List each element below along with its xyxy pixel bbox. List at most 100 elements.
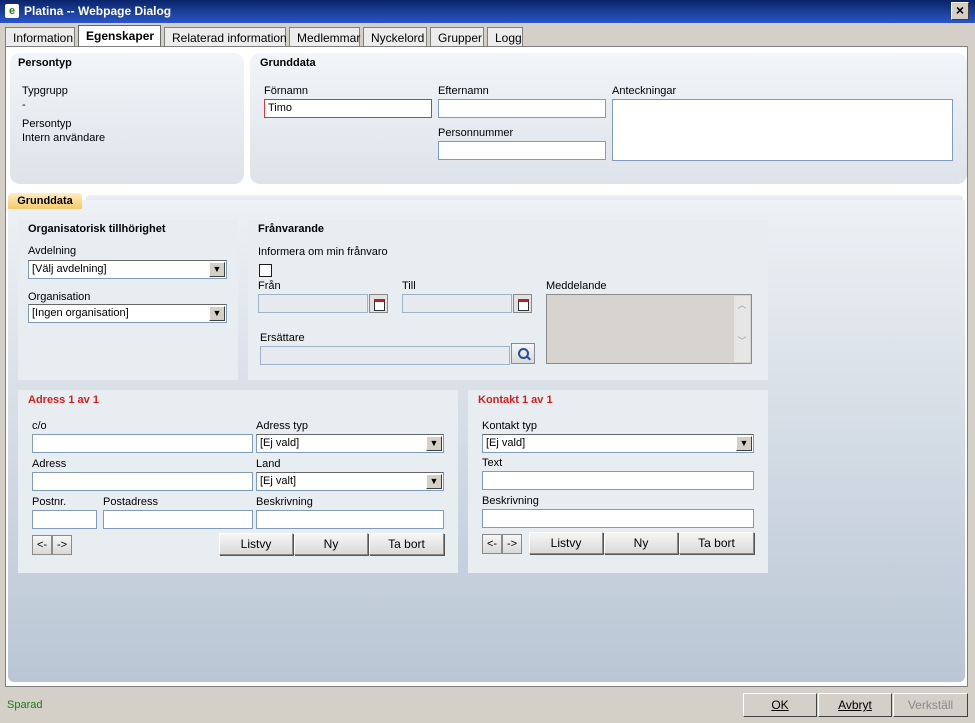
next-button[interactable]: -> (52, 535, 72, 555)
tab-medlemmar[interactable]: Medlemmar (289, 27, 360, 46)
org-box: Organisatorisk tillhörighet Avdelning [V… (18, 220, 238, 380)
kontakt-typ-select[interactable]: [Ej vald] ▼ (482, 434, 754, 453)
adress-box: Adress 1 av 1 c/o Adress typ [Ej vald] ▼… (18, 390, 458, 573)
beskrivning-field[interactable] (256, 510, 444, 529)
chevron-down-icon: ▼ (426, 474, 442, 489)
avdelning-label: Avdelning (28, 245, 77, 257)
next-button[interactable]: -> (502, 534, 522, 554)
tab-information[interactable]: Information (5, 27, 75, 46)
kontakt-heading: Kontakt 1 av 1 (478, 394, 553, 406)
calendar-icon[interactable] (513, 294, 532, 313)
prev-button[interactable]: <- (32, 535, 52, 555)
persontyp-label: Persontyp (22, 118, 72, 130)
fran-label: Från (258, 280, 281, 292)
persontyp-value: Intern användare (22, 132, 106, 144)
title-bar: e Platina -- Webpage Dialog × (0, 0, 975, 23)
org-heading: Organisatorisk tillhörighet (28, 223, 166, 235)
postadress-field[interactable] (103, 510, 253, 529)
ny-button[interactable]: Ny (604, 532, 678, 554)
ok-button[interactable]: OK (743, 693, 817, 717)
tab-relaterad-information[interactable]: Relaterad information (164, 27, 287, 46)
ie-app-icon: e (5, 4, 19, 18)
anteckningar-label: Anteckningar (612, 85, 677, 97)
kontakt-typ-label: Kontakt typ (482, 420, 538, 432)
tab-nyckelord[interactable]: Nyckelord (363, 27, 427, 46)
fran-date-field[interactable] (258, 294, 368, 313)
kontakt-typ-value: [Ej vald] (486, 437, 526, 449)
tab-logg[interactable]: Logg (487, 27, 523, 46)
co-label: c/o (32, 420, 47, 432)
land-label: Land (256, 458, 281, 470)
persontyp-panel: Persontyp Typgrupp - Persontyp Intern an… (10, 53, 244, 184)
postnr-field[interactable] (32, 510, 97, 529)
avdelning-value: [Välj avdelning] (32, 263, 107, 275)
prev-button[interactable]: <- (482, 534, 502, 554)
meddelande-textarea[interactable]: ︿ ﹀ (546, 294, 752, 364)
franvarande-box: Frånvarande Informera om min frånvaro Fr… (248, 220, 768, 380)
subtab-grunddata[interactable]: Grunddata (8, 193, 82, 209)
ta-bort-button[interactable]: Ta bort (369, 533, 444, 555)
text-label: Text (482, 457, 503, 469)
personnummer-field[interactable] (438, 141, 606, 160)
chevron-down-icon: ▼ (736, 436, 752, 451)
listvy-button[interactable]: Listvy (529, 532, 603, 554)
avbryt-button[interactable]: Avbryt (818, 693, 892, 717)
ta-bort-button[interactable]: Ta bort (679, 532, 754, 554)
avbryt-label: Avbryt (838, 698, 872, 712)
postnr-label: Postnr. (32, 496, 67, 508)
inner-content: Organisatorisk tillhörighet Avdelning [V… (8, 200, 965, 682)
ok-label: OK (771, 698, 789, 712)
anteckningar-textarea[interactable] (612, 99, 953, 161)
till-date-field[interactable] (402, 294, 512, 313)
typgrupp-value: - (22, 99, 26, 111)
persontyp-heading: Persontyp (18, 57, 72, 69)
ny-button[interactable]: Ny (294, 533, 368, 555)
fornamn-field[interactable]: Timo (264, 99, 432, 118)
beskrivning-label: Beskrivning (256, 496, 313, 508)
efternamn-field[interactable] (438, 99, 606, 118)
tab-egenskaper[interactable]: Egenskaper (78, 25, 161, 46)
window-title: Platina -- Webpage Dialog (24, 4, 172, 18)
informera-label: Informera om min frånvaro (258, 246, 388, 258)
grunddata-heading: Grunddata (260, 57, 316, 69)
status-text: Sparad (7, 699, 43, 711)
verkstall-label: Verkställ (907, 698, 954, 712)
listvy-button[interactable]: Listvy (219, 533, 293, 555)
till-label: Till (402, 280, 416, 292)
co-field[interactable] (32, 434, 253, 453)
land-value: [Ej valt] (260, 475, 297, 487)
adress-heading: Adress 1 av 1 (28, 394, 99, 406)
chevron-down-icon: ▼ (426, 436, 442, 451)
status-bar: Sparad OK Avbryt Verkställ (0, 690, 975, 723)
close-icon[interactable]: × (951, 2, 969, 20)
avdelning-select[interactable]: [Välj avdelning] ▼ (28, 260, 227, 279)
adress-field[interactable] (32, 472, 253, 491)
kontakt-box: Kontakt 1 av 1 Kontakt typ [Ej vald] ▼ T… (468, 390, 768, 573)
chevron-down-icon: ▼ (209, 262, 225, 277)
kontakt-beskrivning-field[interactable] (482, 509, 754, 528)
ersattare-label: Ersättare (260, 332, 305, 344)
personnummer-label: Personnummer (438, 127, 514, 139)
grunddata-panel: Grunddata Förnamn Timo Efternamn Personn… (250, 53, 967, 184)
meddelande-label: Meddelande (546, 280, 607, 292)
calendar-icon[interactable] (369, 294, 388, 313)
adress-label: Adress (32, 458, 67, 470)
informera-checkbox[interactable] (259, 264, 272, 277)
fornamn-label: Förnamn (264, 85, 309, 97)
ersattare-field[interactable] (260, 346, 510, 365)
kontakt-beskrivning-label: Beskrivning (482, 495, 539, 507)
chevron-down-icon: ▼ (209, 306, 225, 321)
typgrupp-label: Typgrupp (22, 85, 68, 97)
tab-grupper[interactable]: Grupper (430, 27, 484, 46)
verkstall-button[interactable]: Verkställ (893, 693, 968, 717)
organisation-select[interactable]: [Ingen organisation] ▼ (28, 304, 227, 323)
adress-typ-select[interactable]: [Ej vald] ▼ (256, 434, 444, 453)
organisation-label: Organisation (28, 291, 91, 303)
search-icon[interactable] (511, 343, 535, 364)
text-field[interactable] (482, 471, 754, 490)
adress-typ-value: [Ej vald] (260, 437, 300, 449)
efternamn-label: Efternamn (438, 85, 489, 97)
organisation-value: [Ingen organisation] (32, 307, 129, 319)
land-select[interactable]: [Ej valt] ▼ (256, 472, 444, 491)
memo-scrollbar[interactable]: ︿ ﹀ (734, 296, 750, 362)
